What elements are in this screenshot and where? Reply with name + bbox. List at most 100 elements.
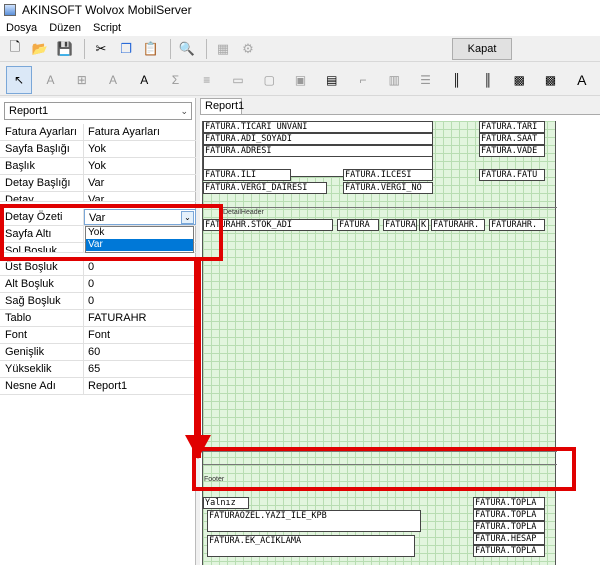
property-value[interactable]: Var	[84, 175, 196, 191]
property-row[interactable]: Detay Başlığı Var	[0, 175, 196, 192]
property-row[interactable]: Font Font	[0, 327, 196, 344]
field-ticari-unvani[interactable]: FATURA.TICARI UNVANI	[203, 121, 433, 133]
chevron-down-icon[interactable]: ⌄	[180, 103, 188, 119]
calc-tool-icon[interactable]: Σ	[162, 66, 188, 94]
property-value[interactable]: 65	[84, 361, 196, 377]
line-tool-icon[interactable]: ⌐	[350, 66, 376, 94]
detail-header-band-label: DetailHeader	[223, 209, 264, 216]
field-adresi[interactable]: FATURA.ADRESI	[203, 145, 433, 157]
memo-tool-icon[interactable]: A	[100, 66, 126, 94]
property-row[interactable]: Nesne Adı Report1	[0, 378, 196, 395]
toolbar-separator	[84, 38, 85, 59]
property-row[interactable]: Yükseklik 65	[0, 361, 196, 378]
field-col5[interactable]: FATURAHR.	[431, 219, 485, 231]
field-col4[interactable]: K	[419, 219, 429, 231]
property-row[interactable]: Alt Boşluk 0	[0, 276, 196, 293]
paste-icon[interactable]: 📋	[140, 38, 162, 60]
field-tool-icon[interactable]: ⊞	[69, 66, 95, 94]
toolbar-separator	[206, 38, 207, 59]
field-adi-soyadi[interactable]: FATURA.ADI_SOYADI	[203, 133, 433, 145]
property-row[interactable]: Sağ Boşluk 0	[0, 293, 196, 310]
grid-settings-icon[interactable]: ⚙	[237, 38, 259, 60]
property-value[interactable]: 0	[84, 276, 196, 292]
toolbar-separator	[170, 38, 171, 59]
sys-tool-icon[interactable]: ≡	[194, 66, 220, 94]
field-fatu[interactable]: FATURA.FATU	[479, 169, 545, 181]
property-value[interactable]: 0	[84, 259, 196, 275]
field-saat[interactable]: FATURA.SAAT	[479, 133, 545, 145]
chart-tool-icon[interactable]: ▤	[319, 66, 345, 94]
field-tari[interactable]: FATURA.TARI	[479, 121, 545, 133]
property-row[interactable]: Üst Boşluk 0	[0, 259, 196, 276]
annotation-arrow-shaft	[194, 258, 201, 458]
label-tool-icon[interactable]: A	[37, 66, 63, 94]
barcode2d-tool-icon[interactable]: ║	[475, 66, 501, 94]
menu-dosya[interactable]: Dosya	[0, 22, 43, 34]
property-value[interactable]: FATURAHR	[84, 310, 196, 326]
field-yalniz[interactable]: Yalnız	[203, 497, 249, 509]
report-select[interactable]: Report1 ⌄	[4, 102, 192, 120]
field-col3[interactable]: FATURA	[383, 219, 417, 231]
pointer-tool-icon[interactable]: ↖	[6, 65, 33, 94]
shape-tool-icon[interactable]: ▭	[225, 66, 251, 94]
property-value[interactable]: Var	[84, 192, 196, 201]
property-key: Detay	[0, 192, 84, 201]
field-topla1[interactable]: FATURA.TOPLA	[473, 497, 545, 509]
menu-script[interactable]: Script	[87, 22, 127, 34]
save-icon[interactable]: 💾	[54, 38, 76, 60]
report-sheet[interactable]: FATURA.TICARI UNVANI FATURA.ADI_SOYADI F…	[202, 121, 557, 565]
qrcode2-tool-icon[interactable]: ▩	[537, 66, 563, 94]
property-row[interactable]: Tablo FATURAHR	[0, 310, 196, 327]
field-ilcesi[interactable]: FATURA.ILCESI	[343, 169, 433, 181]
design-canvas[interactable]: FATURA.TICARI UNVANI FATURA.ADI_SOYADI F…	[200, 114, 600, 565]
property-row[interactable]: Fatura Ayarları Fatura Ayarları	[0, 124, 196, 141]
barcode1d-tool-icon[interactable]: ║	[444, 66, 470, 94]
open-folder-icon[interactable]: 📂	[29, 38, 51, 60]
field-ili[interactable]: FATURA.ILI	[203, 169, 291, 181]
property-value[interactable]: Fatura Ayarları	[84, 124, 196, 140]
image-tool-icon[interactable]: ▢	[256, 66, 282, 94]
property-value[interactable]: Yok	[84, 141, 196, 157]
property-row[interactable]: Sayfa Başlığı Yok	[0, 141, 196, 158]
property-key: Tablo	[0, 310, 84, 326]
field-topla3[interactable]: FATURA.TOPLA	[473, 521, 545, 533]
dbimage-tool-icon[interactable]: ▣	[287, 66, 313, 94]
property-row[interactable]: Genişlik 60	[0, 344, 196, 361]
close-button[interactable]: Kapat	[452, 38, 512, 60]
property-row[interactable]: Başlık Yok	[0, 158, 196, 175]
barcode-tool-icon[interactable]: ▥	[381, 66, 407, 94]
property-key: Nesne Adı	[0, 378, 84, 394]
property-key: Detay Başlığı	[0, 175, 84, 191]
menu-duzen[interactable]: Düzen	[43, 22, 87, 34]
field-col2[interactable]: FATURA	[337, 219, 379, 231]
preview-icon[interactable]: 🔍	[176, 38, 198, 60]
field-vergi-dairesi[interactable]: FATURA.VERGI_DAIRESI	[203, 182, 327, 194]
new-file-icon[interactable]: 🗋	[4, 38, 26, 60]
font-tool-icon[interactable]: A	[569, 66, 595, 94]
rich-text-tool-icon[interactable]: A	[131, 66, 157, 94]
qrcode-tool-icon[interactable]: ▩	[506, 66, 532, 94]
property-value[interactable]: Font	[84, 327, 196, 343]
field-topla2[interactable]: FATURA.TOPLA	[473, 509, 545, 521]
detail-header-band-line	[203, 207, 557, 208]
app-icon	[4, 4, 16, 16]
cut-icon[interactable]: ✂	[90, 38, 112, 60]
property-key: Alt Boşluk	[0, 276, 84, 292]
tab-report1[interactable]: Report1	[200, 98, 244, 114]
field-ek-aciklama[interactable]: FATURA.EK_ACIKLAMA	[207, 535, 415, 547]
field-vade[interactable]: FATURA.VADE	[479, 145, 545, 157]
property-value[interactable]: 60	[84, 344, 196, 360]
copy-icon[interactable]: ❐	[115, 38, 137, 60]
text-tool-icon[interactable]: ☰	[412, 66, 438, 94]
field-vergi-no[interactable]: FATURA.VERGI_NO	[343, 182, 433, 194]
field-col6[interactable]: FATURAHR.	[489, 219, 545, 231]
property-row[interactable]: Detay Var	[0, 192, 196, 202]
report-designer: Report1 FATURA.TICARI UNVANI FATURA.ADI_…	[197, 98, 600, 565]
field-yazi-ile[interactable]: FATURAOZEL.YAZI_ILE_KPB	[207, 510, 421, 522]
property-value[interactable]: Yok	[84, 158, 196, 174]
field-topla4[interactable]: FATURA.TOPLA	[473, 545, 545, 557]
property-value[interactable]: 0	[84, 293, 196, 309]
field-hesap[interactable]: FATURA.HESAP	[473, 533, 545, 545]
grid-icon[interactable]: ▦	[212, 38, 234, 60]
property-value[interactable]: Report1	[84, 378, 196, 394]
